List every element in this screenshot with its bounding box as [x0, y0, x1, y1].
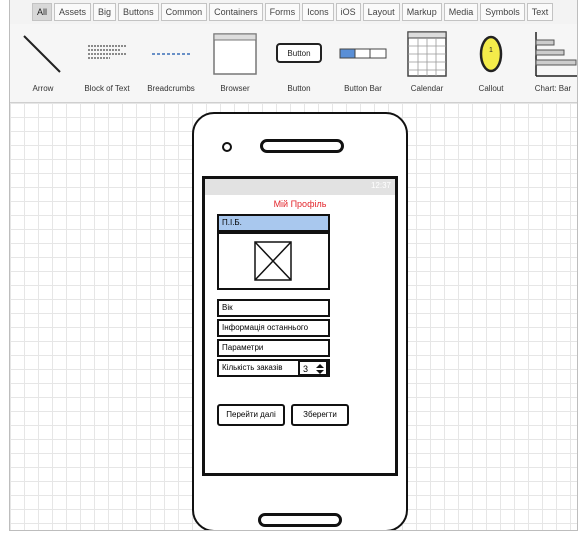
library-item-label: Arrow: [32, 84, 54, 93]
library-item-button[interactable]: Button Button: [272, 24, 326, 102]
library-item-arrow[interactable]: Arrow: [16, 24, 70, 102]
button-icon: Button: [276, 43, 322, 63]
tab-markup[interactable]: Markup: [401, 3, 442, 21]
camera-icon: [222, 142, 232, 152]
page-title: Мій Профіль: [273, 199, 327, 209]
library-item-label: Button Bar: [344, 84, 382, 93]
block-of-text-icon: [88, 45, 126, 59]
tab-layout[interactable]: Layout: [362, 3, 400, 21]
tab-containers[interactable]: Containers: [209, 3, 263, 21]
phone-screen: 12:37 Мій Профіль П.І.Б. Вік Інформація …: [202, 176, 398, 476]
orders-value: 3: [303, 364, 309, 374]
tab-ios[interactable]: iOS: [335, 3, 361, 21]
chart-bar-icon: [535, 32, 577, 77]
speaker-icon: [260, 139, 344, 153]
library-item-label: Button: [287, 84, 311, 93]
tab-big[interactable]: Big: [93, 3, 117, 21]
params-field[interactable]: Параметри: [217, 339, 330, 357]
tab-symbols[interactable]: Symbols: [480, 3, 525, 21]
button-icon-text: Button: [287, 49, 310, 58]
stepper-arrows-icon[interactable]: [315, 363, 325, 375]
tab-icons[interactable]: Icons: [302, 3, 334, 21]
button-bar-icon: [339, 48, 387, 59]
library-item-label: Callout: [478, 84, 504, 93]
image-placeholder[interactable]: [217, 232, 330, 290]
library-item-label: Calendar: [410, 84, 444, 93]
age-field[interactable]: Вік: [217, 299, 330, 317]
phone-mockup[interactable]: 12:37 Мій Профіль П.І.Б. Вік Інформація …: [192, 112, 408, 530]
library-tabs: All Assets Big Buttons Common Containers…: [32, 3, 554, 21]
breadcrumbs-icon: [152, 53, 190, 55]
status-time: 12:37: [370, 181, 391, 190]
tab-text[interactable]: Text: [526, 3, 554, 21]
arrow-icon: [23, 35, 61, 73]
library-item-label: Chart: Bar: [534, 84, 572, 93]
tab-buttons[interactable]: Buttons: [118, 3, 159, 21]
calendar-icon: [407, 31, 447, 77]
library-item-label: Block of Text: [84, 84, 130, 93]
component-library: Arrow Block of Text Breadcrumbs Browser …: [10, 24, 577, 103]
tab-assets[interactable]: Assets: [54, 3, 92, 21]
library-item-label: Browser: [220, 84, 250, 93]
mockup-editor: All Assets Big Buttons Common Containers…: [9, 0, 578, 531]
next-button[interactable]: Перейти далі: [217, 404, 285, 426]
library-item-breadcrumbs[interactable]: Breadcrumbs: [144, 24, 198, 102]
tab-common[interactable]: Common: [160, 3, 208, 21]
home-button-icon: [258, 513, 342, 527]
tab-media[interactable]: Media: [443, 3, 479, 21]
library-item-browser[interactable]: Browser: [208, 24, 262, 102]
library-item-block-of-text[interactable]: Block of Text: [80, 24, 134, 102]
callout-icon-text: 1: [489, 47, 493, 54]
tab-all[interactable]: All: [32, 3, 53, 21]
save-button[interactable]: Зберегти: [291, 404, 349, 426]
orders-stepper[interactable]: 3: [298, 360, 328, 376]
image-placeholder-icon: [254, 241, 292, 281]
library-item-callout[interactable]: 1 Callout: [464, 24, 518, 102]
name-field[interactable]: П.І.Б.: [217, 214, 330, 232]
tab-forms[interactable]: Forms: [264, 3, 301, 21]
library-item-label: Breadcrumbs: [147, 84, 195, 93]
library-item-calendar[interactable]: Calendar: [400, 24, 454, 102]
callout-icon: 1: [479, 35, 503, 73]
library-item-chart-bar[interactable]: Chart: Bar: [526, 24, 577, 102]
browser-icon: [213, 33, 257, 75]
design-canvas[interactable]: 12:37 Мій Профіль П.І.Б. Вік Інформація …: [10, 103, 577, 530]
library-item-button-bar[interactable]: Button Bar: [336, 24, 390, 102]
status-bar: 12:37: [205, 179, 395, 195]
info-field[interactable]: Інформація останнього: [217, 319, 330, 337]
